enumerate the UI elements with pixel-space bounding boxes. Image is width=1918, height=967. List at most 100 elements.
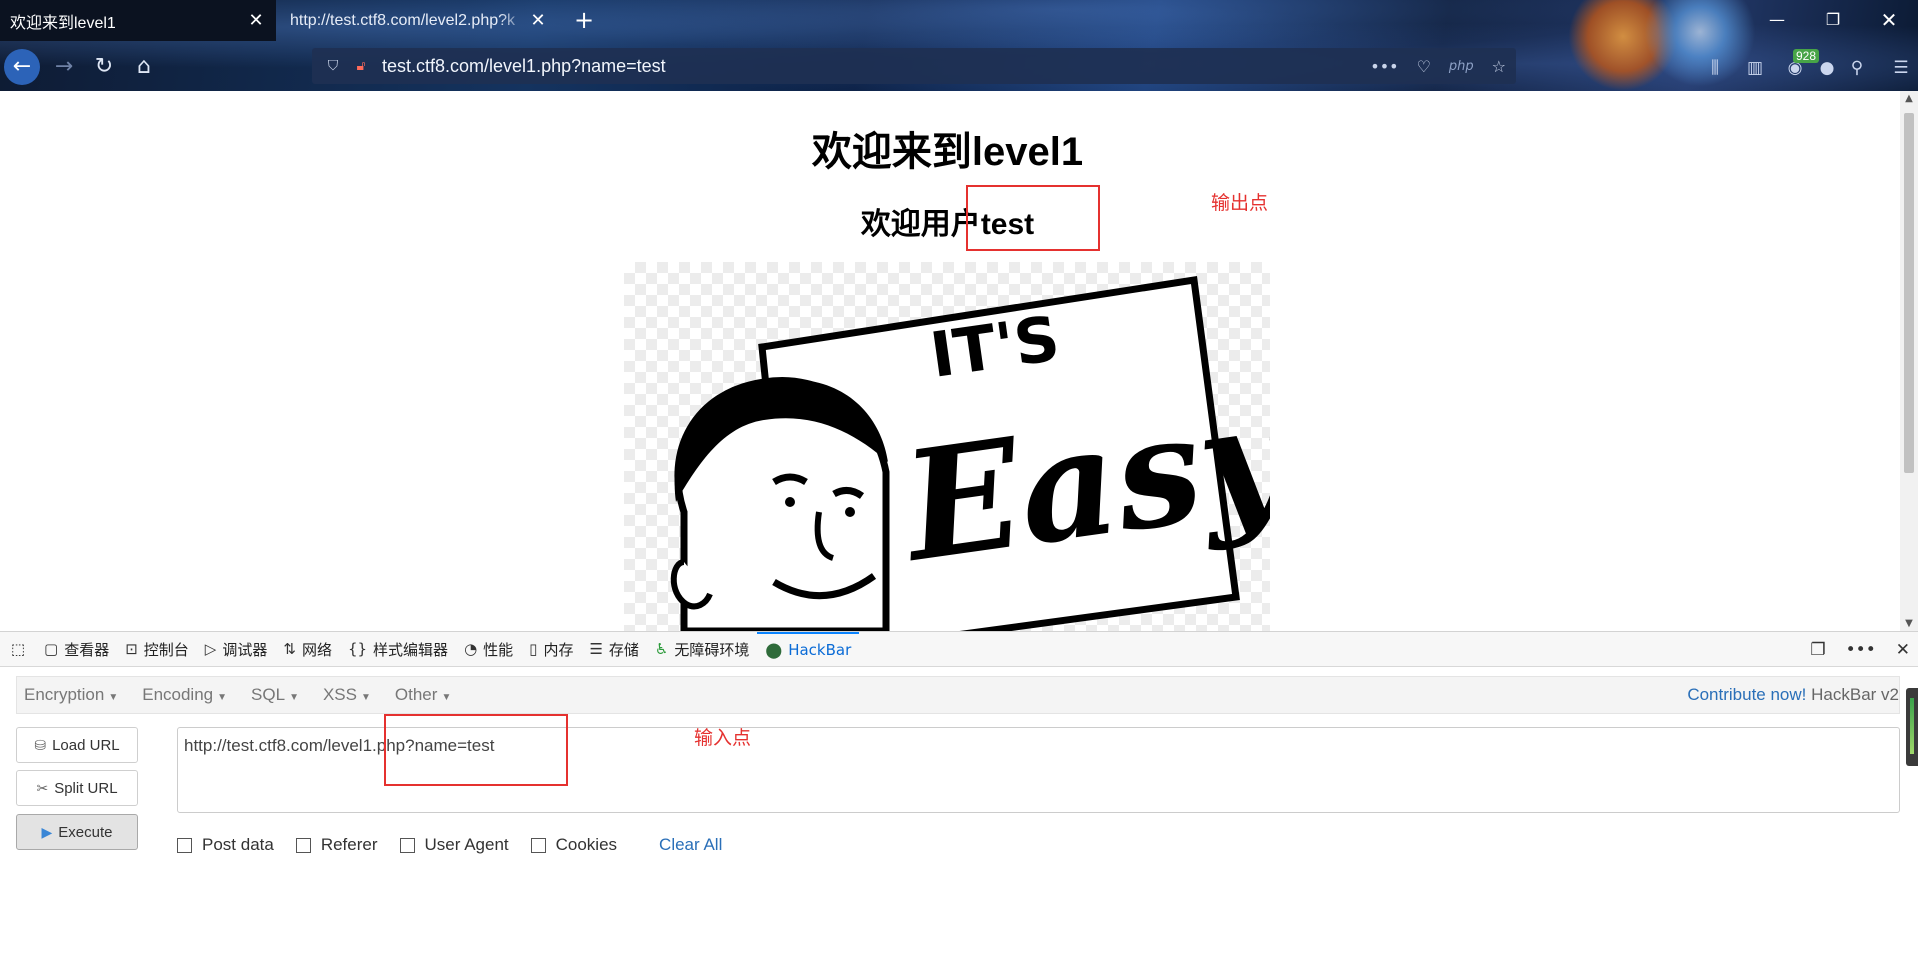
home-icon[interactable]: ⌂ bbox=[126, 49, 162, 85]
tab-label: 样式编辑器 bbox=[373, 640, 449, 659]
more-actions-icon[interactable]: ••• bbox=[1370, 57, 1398, 76]
debugger-icon: ▷ bbox=[204, 640, 217, 658]
tab-hackbar[interactable]: ⬤ HackBar bbox=[757, 631, 860, 667]
option-user-agent[interactable]: User Agent bbox=[399, 835, 509, 855]
scroll-up-icon[interactable]: ▲ bbox=[1900, 93, 1918, 104]
shield-icon[interactable]: ⛉ bbox=[322, 55, 344, 77]
pocket-icon[interactable]: ♡ bbox=[1417, 57, 1431, 76]
option-label: User Agent bbox=[424, 835, 509, 854]
split-url-button[interactable]: ✂ Split URL bbox=[16, 770, 138, 806]
menu-other[interactable]: Other ▼ bbox=[388, 685, 458, 705]
tab-inspector[interactable]: ▢ 查看器 bbox=[36, 632, 117, 667]
php-extension-icon[interactable]: php bbox=[1449, 59, 1474, 74]
dock-side-icon[interactable]: ❐ bbox=[1810, 640, 1825, 660]
clear-all-link[interactable]: Clear All bbox=[659, 835, 722, 855]
restore-icon[interactable]: ❐ bbox=[1818, 6, 1848, 34]
devtools-more-icon[interactable]: ••• bbox=[1846, 640, 1876, 660]
page-scrollbar[interactable]: ▲ ▼ bbox=[1900, 91, 1918, 631]
navigation-toolbar: ← → ↻ ⌂ ⛉ 🔓︎ test.ctf8.com/level1.php?na… bbox=[0, 45, 1918, 89]
menu-label: Encoding bbox=[142, 685, 214, 704]
devtools-tab-bar: ⬚ ▢ 查看器 ⊡ 控制台 ▷ 调试器 ⇅ 网络 {} 样式编辑器 ◔ 性能 ▯ 内存 ☰ 存储… bbox=[0, 631, 1918, 667]
insecure-lock-icon[interactable]: 🔓︎ bbox=[350, 55, 372, 77]
side-panel-handle[interactable] bbox=[1906, 688, 1918, 766]
menu-icon[interactable]: ☰ bbox=[1888, 55, 1914, 81]
tab-level1[interactable]: 欢迎来到level1 ✕ bbox=[0, 0, 276, 41]
execute-button[interactable]: ▶ Execute bbox=[16, 814, 138, 850]
checkbox[interactable] bbox=[399, 837, 415, 853]
reload-icon[interactable]: ↻ bbox=[86, 49, 122, 85]
hackbar-menu: Encryption ▼ Encoding ▼ SQL ▼ XSS ▼ Other ▼ C… bbox=[16, 676, 1900, 714]
menu-sql[interactable]: SQL ▼ bbox=[244, 685, 306, 705]
hackbar-contribute: Contribute now! HackBar v2 bbox=[1687, 685, 1899, 705]
menu-xss[interactable]: XSS ▼ bbox=[316, 685, 378, 705]
load-url-button[interactable]: ⛁ Load URL bbox=[16, 727, 138, 763]
output-point-highlight bbox=[966, 185, 1100, 251]
input-point-highlight bbox=[384, 714, 568, 786]
checkbox[interactable] bbox=[530, 837, 546, 853]
page-title: 欢迎来到level1 bbox=[811, 130, 1084, 174]
option-post-data[interactable]: Post data bbox=[177, 835, 274, 855]
option-referer[interactable]: Referer bbox=[295, 835, 378, 855]
new-tab-icon[interactable]: + bbox=[570, 6, 598, 34]
menu-label: Encryption bbox=[24, 685, 105, 704]
sidebar-icon[interactable]: ▥ bbox=[1742, 55, 1768, 81]
url-text[interactable]: test.ctf8.com/level1.php?name=test bbox=[378, 56, 1352, 77]
hackbar-options: Post data Referer User Agent Cookies Cle… bbox=[177, 835, 722, 855]
its-easy-image: IT'S Easy bbox=[624, 262, 1307, 631]
caret-down-icon: ▼ bbox=[217, 692, 228, 703]
tab-title: http://test.ctf8.com/level2.php?k bbox=[290, 11, 516, 29]
tab-bar: 欢迎来到level1 ✕ http://test.ctf8.com/level2… bbox=[0, 0, 1918, 41]
extension-badge-count: 928 bbox=[1793, 49, 1820, 63]
style-editor-icon: {} bbox=[347, 640, 368, 658]
play-icon: ▶ bbox=[41, 823, 53, 840]
location-pin-icon[interactable]: ⚲ bbox=[1844, 55, 1870, 81]
minimize-icon[interactable]: — bbox=[1762, 6, 1792, 34]
tab-performance[interactable]: ◔ 性能 bbox=[456, 632, 521, 667]
menu-encryption[interactable]: Encryption ▼ bbox=[17, 685, 125, 705]
tab-label: 查看器 bbox=[64, 640, 110, 659]
option-label: Cookies bbox=[555, 835, 618, 854]
address-bar[interactable]: ⛉ 🔓︎ test.ctf8.com/level1.php?name=test … bbox=[312, 48, 1516, 84]
cartoon-man bbox=[670, 377, 890, 631]
back-arrow-icon[interactable]: ← bbox=[4, 49, 40, 85]
accessibility-icon: ♿︎ bbox=[654, 640, 669, 658]
contribute-link[interactable]: Contribute now! bbox=[1687, 685, 1806, 704]
storage-icon: ☰ bbox=[589, 640, 603, 658]
scroll-down-icon[interactable]: ▼ bbox=[1900, 618, 1918, 629]
output-point-annotation: 输出点 bbox=[1211, 192, 1269, 214]
checkbox[interactable] bbox=[295, 837, 311, 853]
tab-level2[interactable]: http://test.ctf8.com/level2.php?k ✕ bbox=[280, 0, 558, 41]
scissors-icon: ✂ bbox=[36, 779, 49, 796]
close-icon[interactable]: ✕ bbox=[528, 10, 548, 31]
bookmark-star-icon[interactable]: ☆ bbox=[1492, 57, 1506, 76]
menu-label: Other bbox=[394, 685, 438, 704]
menu-encoding[interactable]: Encoding ▼ bbox=[135, 685, 234, 705]
library-icon[interactable]: ⫼ bbox=[1702, 55, 1728, 81]
devtools-close-icon[interactable]: ✕ bbox=[1896, 640, 1910, 660]
performance-icon: ◔ bbox=[464, 640, 478, 658]
tab-style-editor[interactable]: {} 样式编辑器 bbox=[340, 632, 456, 667]
console-icon: ⊡ bbox=[125, 640, 138, 658]
tab-console[interactable]: ⊡ 控制台 bbox=[117, 632, 197, 667]
tab-storage[interactable]: ☰ 存储 bbox=[581, 632, 646, 667]
menu-label: XSS bbox=[322, 685, 357, 704]
tab-network[interactable]: ⇅ 网络 bbox=[275, 632, 340, 667]
caret-down-icon: ▼ bbox=[108, 692, 119, 703]
element-picker-icon[interactable]: ⬚ bbox=[0, 632, 36, 667]
close-icon[interactable]: ✕ bbox=[246, 10, 266, 31]
tab-label: HackBar bbox=[788, 641, 852, 659]
menu-label: SQL bbox=[251, 685, 286, 704]
forward-arrow-icon[interactable]: → bbox=[46, 49, 82, 85]
scroll-thumb[interactable] bbox=[1904, 113, 1914, 473]
tab-accessibility[interactable]: ♿︎ 无障碍环境 bbox=[647, 632, 757, 667]
tab-memory[interactable]: ▯ 内存 bbox=[521, 632, 581, 667]
tab-label: 无障碍环境 bbox=[674, 640, 750, 659]
hackbar-version: HackBar v2 bbox=[1811, 685, 1899, 704]
checkbox[interactable] bbox=[177, 837, 192, 853]
option-cookies[interactable]: Cookies bbox=[530, 835, 618, 855]
tab-label: 控制台 bbox=[143, 640, 189, 659]
toolbar-extensions: ⫼ ▥ ◉ ● ⚲ ☰ bbox=[1560, 45, 1918, 89]
tab-debugger[interactable]: ▷ 调试器 bbox=[197, 632, 276, 667]
button-label: Split URL bbox=[54, 779, 118, 797]
window-close-icon[interactable]: ✕ bbox=[1874, 6, 1904, 34]
